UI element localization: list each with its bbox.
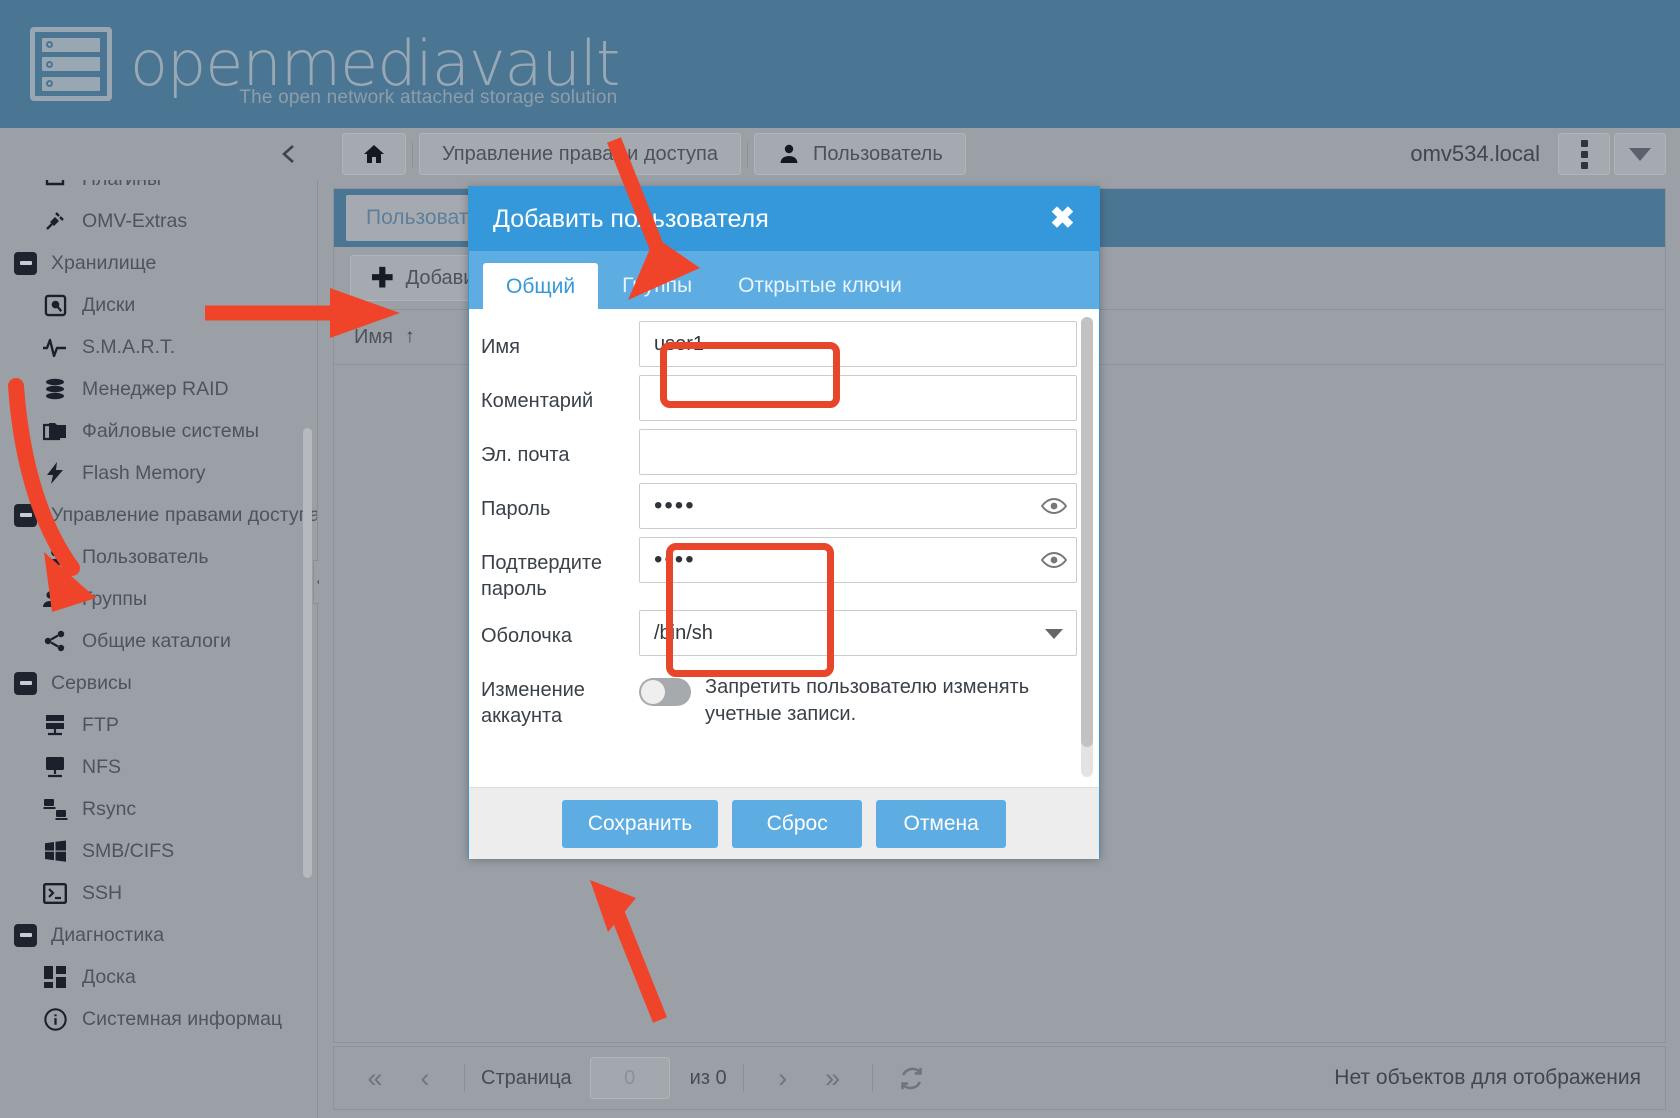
arrow-to-add-button xyxy=(205,288,400,338)
arrow-to-tabs xyxy=(607,137,700,300)
arrow-to-sidebar-user xyxy=(8,378,96,612)
arrow-to-save-button xyxy=(590,880,667,1023)
annotation-arrows xyxy=(8,137,700,1023)
app-root: openmediavault The open network attached… xyxy=(0,0,1680,1118)
